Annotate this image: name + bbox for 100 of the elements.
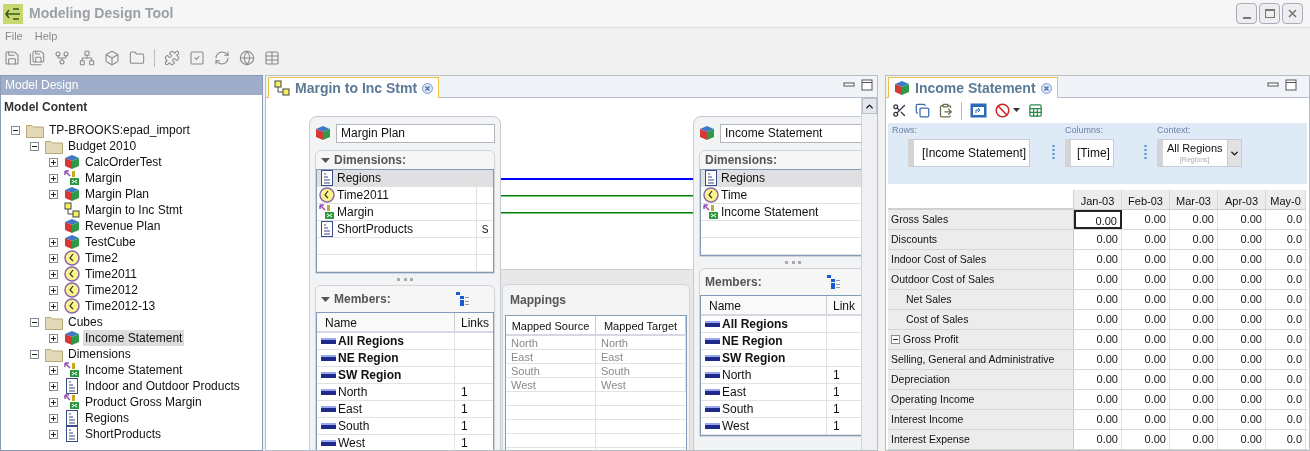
- value-cell[interactable]: 0.00: [1218, 270, 1266, 289]
- collapse-arrow-icon[interactable]: [321, 294, 330, 304]
- column-header[interactable]: Jan-03: [1074, 190, 1122, 209]
- tree-item[interactable]: Product Gross Margin: [83, 394, 204, 410]
- value-cell[interactable]: 0.00: [1170, 330, 1218, 349]
- row-header[interactable]: Cost of Sales: [888, 310, 1074, 329]
- row-header[interactable]: Operating Income: [888, 390, 1074, 409]
- tree-item[interactable]: Time2011: [83, 266, 140, 282]
- value-cell[interactable]: 0.00: [1122, 210, 1170, 229]
- value-cell[interactable]: 0.00: [1122, 390, 1170, 409]
- value-cell[interactable]: 0.00: [1122, 290, 1170, 309]
- close-button[interactable]: [1282, 3, 1303, 24]
- scrollbar[interactable]: [861, 98, 877, 450]
- tree-item[interactable]: TP-BROOKS:epad_import: [47, 122, 192, 138]
- checkbox-icon[interactable]: [189, 50, 205, 66]
- value-cell[interactable]: 0.0: [1266, 250, 1306, 269]
- column-header[interactable]: Mapped Target: [596, 316, 686, 334]
- value-cell[interactable]: 0.0: [1266, 430, 1306, 449]
- axis-chip[interactable]: [Time]: [1065, 139, 1114, 167]
- value-cell[interactable]: 0.00: [1218, 410, 1266, 429]
- tree-item[interactable]: CalcOrderTest: [83, 154, 164, 170]
- value-cell[interactable]: 0.00: [1074, 370, 1122, 389]
- pivot-icon[interactable]: [970, 103, 987, 118]
- tree-item[interactable]: Dimensions: [66, 346, 133, 362]
- save-all-icon[interactable]: [29, 50, 45, 66]
- value-cell[interactable]: 0.00: [1170, 410, 1218, 429]
- expand-toggle[interactable]: [49, 157, 58, 167]
- value-cell[interactable]: 0.00: [1170, 350, 1218, 369]
- caret-icon[interactable]: [1013, 108, 1020, 113]
- expand-toggle[interactable]: [49, 397, 58, 407]
- splitter-handle[interactable]: [785, 261, 801, 264]
- dimension-row[interactable]: Regions: [317, 170, 493, 187]
- tree-item[interactable]: Time2012: [83, 282, 140, 298]
- value-cell[interactable]: 0.00: [1170, 230, 1218, 249]
- tree-item[interactable]: Income Statement: [83, 362, 185, 378]
- column-header[interactable]: Apr-03: [1218, 190, 1266, 209]
- value-cell[interactable]: 0.00: [1122, 330, 1170, 349]
- splitter-handle[interactable]: [397, 278, 413, 281]
- expand-toggle[interactable]: [49, 381, 58, 391]
- no-entry-icon[interactable]: [995, 103, 1010, 118]
- expand-toggle[interactable]: [49, 333, 58, 343]
- member-tree-icon[interactable]: [825, 275, 840, 289]
- tree-item[interactable]: Regions: [83, 410, 132, 426]
- drag-handle-icon[interactable]: [1143, 145, 1147, 159]
- maximize-button[interactable]: [1259, 3, 1280, 24]
- value-cell[interactable]: 0.00: [1170, 250, 1218, 269]
- value-cell[interactable]: 0.0: [1266, 310, 1306, 329]
- cube-name-field[interactable]: Margin Plan: [336, 123, 495, 143]
- value-cell[interactable]: 0.0: [1266, 210, 1306, 229]
- editor-tab[interactable]: Income Statement: [888, 77, 1058, 98]
- row-header[interactable]: Interest Expense: [888, 430, 1074, 449]
- network-icon[interactable]: [79, 50, 95, 66]
- row-header[interactable]: Interest Income: [888, 410, 1074, 429]
- value-cell[interactable]: 0.00: [1122, 370, 1170, 389]
- close-icon[interactable]: [1288, 9, 1297, 18]
- copy-icon[interactable]: [915, 103, 930, 118]
- value-cell[interactable]: 0.00: [1074, 250, 1122, 269]
- value-cell[interactable]: 0.00: [1218, 230, 1266, 249]
- expand-toggle[interactable]: [49, 365, 58, 375]
- expand-toggle[interactable]: [49, 413, 58, 423]
- row-header[interactable]: Gross Sales: [888, 210, 1074, 229]
- value-cell[interactable]: 0.00: [1122, 430, 1170, 449]
- row-header[interactable]: Gross Profit: [888, 330, 1074, 349]
- value-cell[interactable]: 0.0: [1266, 330, 1306, 349]
- value-cell[interactable]: 0.00: [1122, 410, 1170, 429]
- collapse-toggle[interactable]: [30, 317, 39, 327]
- expand-toggle[interactable]: [49, 429, 58, 439]
- minimize-button[interactable]: [1236, 3, 1257, 24]
- column-header[interactable]: Link: [827, 296, 861, 314]
- value-cell[interactable]: 0.00: [1218, 310, 1266, 329]
- expand-toggle[interactable]: [49, 189, 58, 199]
- folder-icon[interactable]: [129, 50, 145, 66]
- row-header[interactable]: Net Sales: [888, 290, 1074, 309]
- member-tree-icon[interactable]: [454, 292, 469, 306]
- close-icon[interactable]: [422, 82, 434, 94]
- value-cell[interactable]: 0.00: [1170, 210, 1218, 229]
- value-cell[interactable]: 0.00: [1074, 290, 1122, 309]
- collapse-toggle[interactable]: [11, 125, 20, 135]
- axis-chip[interactable]: [Income Statement]: [908, 139, 1031, 167]
- row-header[interactable]: Selling, General and Administrative: [888, 350, 1074, 369]
- expand-toggle[interactable]: [49, 237, 58, 247]
- value-cell[interactable]: 0.00: [1170, 290, 1218, 309]
- value-cell[interactable]: 0.00: [1122, 310, 1170, 329]
- value-cell[interactable]: 0.00: [1074, 350, 1122, 369]
- drag-handle-icon[interactable]: [1052, 145, 1055, 159]
- column-header[interactable]: Name: [701, 296, 827, 314]
- editor-tab[interactable]: Margin to Inc Stmt: [268, 77, 440, 98]
- collapse-toggle[interactable]: [891, 335, 900, 344]
- maximize-icon[interactable]: [1285, 79, 1297, 91]
- tree-item[interactable]: TestCube: [83, 234, 138, 250]
- tree-item[interactable]: Time2: [83, 250, 120, 266]
- column-header[interactable]: May-0: [1266, 190, 1306, 209]
- dimension-row[interactable]: ShortProducts S: [317, 221, 493, 238]
- collapse-toggle[interactable]: [30, 349, 39, 359]
- tree-item[interactable]: Margin Plan: [83, 186, 152, 202]
- cube-name-field[interactable]: Income Statement: [720, 123, 861, 143]
- expand-toggle[interactable]: [49, 253, 58, 263]
- value-cell[interactable]: 0.00: [1170, 430, 1218, 449]
- tree-item[interactable]: Income Statement: [83, 330, 185, 346]
- paste-icon[interactable]: [938, 103, 953, 118]
